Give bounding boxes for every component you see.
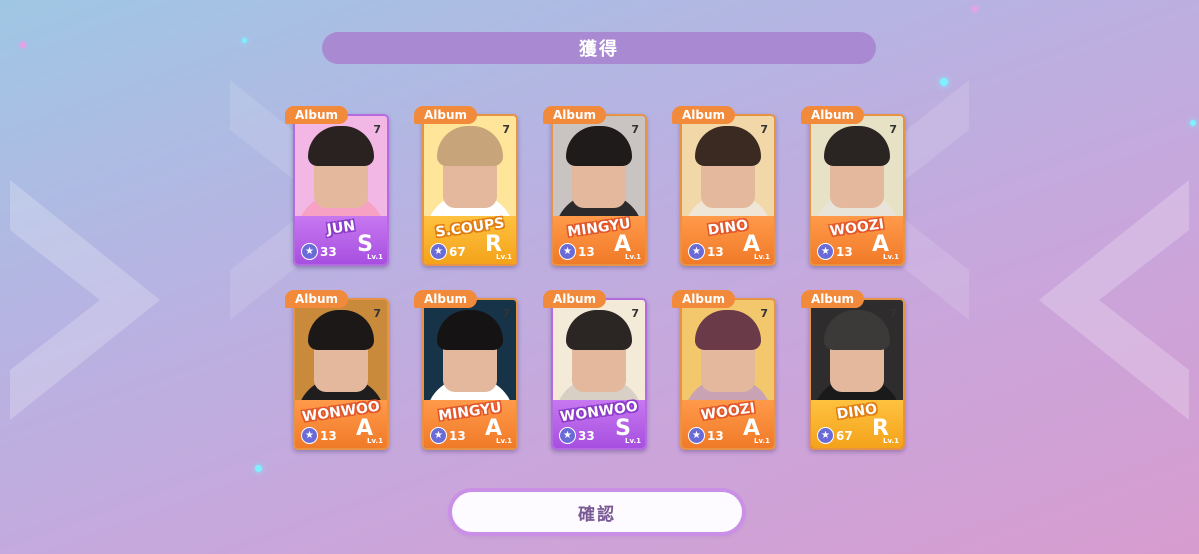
album-tag: Album: [414, 106, 478, 124]
title-text: 獲得: [579, 39, 619, 60]
card-frame: MINGYU A Lv.1 ★ 13 7: [551, 114, 647, 266]
card-power: 33: [578, 429, 595, 443]
card-power: 13: [578, 245, 595, 259]
star-icon: ★: [817, 243, 834, 260]
card[interactable]: WOOZI A Lv.1 ★ 13 7 Album: [672, 290, 776, 450]
card[interactable]: WONWOO S Lv.1 ★ 33 7 Album: [543, 290, 647, 450]
album-tag: Album: [543, 106, 607, 124]
sparkle-dot: [242, 38, 247, 43]
card-power: 13: [320, 429, 337, 443]
seventeen-logo-icon: 7: [373, 307, 381, 320]
member-hair: [437, 310, 503, 350]
card-frame: WOOZI A Lv.1 ★ 13 7: [680, 298, 776, 450]
card-frame: JUN S Lv.1 ★ 33 7: [293, 114, 389, 266]
card-power: 13: [449, 429, 466, 443]
album-tag: Album: [672, 106, 736, 124]
card-power: 13: [836, 245, 853, 259]
seventeen-logo-icon: 7: [889, 123, 897, 136]
card-power: 67: [836, 429, 853, 443]
confirm-button[interactable]: 確認: [452, 492, 742, 532]
card-frame: WONWOO S Lv.1 ★ 33 7: [551, 298, 647, 450]
member-hair: [308, 126, 374, 166]
card[interactable]: DINO R Lv.1 ★ 67 7 Album: [801, 290, 905, 450]
star-icon: ★: [301, 427, 318, 444]
album-tag: Album: [414, 290, 478, 308]
album-tag: Album: [801, 106, 865, 124]
acquired-title-bar: 獲得: [322, 32, 876, 64]
member-hair: [308, 310, 374, 350]
confirm-label: 確認: [578, 504, 616, 525]
card[interactable]: JUN S Lv.1 ★ 33 7 Album: [285, 106, 389, 266]
member-hair: [437, 126, 503, 166]
card-level: Lv.1: [883, 253, 899, 261]
sparkle-dot: [940, 78, 948, 86]
album-tag: Album: [543, 290, 607, 308]
card-level: Lv.1: [367, 437, 383, 445]
card-frame: MINGYU A Lv.1 ★ 13 7: [422, 298, 518, 450]
card[interactable]: WONWOO A Lv.1 ★ 13 7 Album: [285, 290, 389, 450]
card-frame: WONWOO A Lv.1 ★ 13 7: [293, 298, 389, 450]
star-icon: ★: [559, 427, 576, 444]
card-frame: DINO R Lv.1 ★ 67 7: [809, 298, 905, 450]
album-tag: Album: [672, 290, 736, 308]
star-icon: ★: [430, 427, 447, 444]
card-power: 13: [707, 429, 724, 443]
star-icon: ★: [817, 427, 834, 444]
seventeen-logo-icon: 7: [502, 307, 510, 320]
member-hair: [566, 310, 632, 350]
card[interactable]: DINO A Lv.1 ★ 13 7 Album: [672, 106, 776, 266]
sparkle-dot: [972, 6, 978, 12]
background-chevron-left: [10, 180, 160, 420]
card-level: Lv.1: [625, 253, 641, 261]
card-frame: DINO A Lv.1 ★ 13 7: [680, 114, 776, 266]
album-tag: Album: [801, 290, 865, 308]
member-hair: [566, 126, 632, 166]
sparkle-dot: [1190, 120, 1196, 126]
card[interactable]: MINGYU A Lv.1 ★ 13 7 Album: [543, 106, 647, 266]
seventeen-logo-icon: 7: [760, 307, 768, 320]
seventeen-logo-icon: 7: [760, 123, 768, 136]
background-chevron-right: [1039, 180, 1189, 420]
card-level: Lv.1: [367, 253, 383, 261]
card-level: Lv.1: [754, 253, 770, 261]
sparkle-dot: [255, 465, 262, 472]
member-hair: [695, 310, 761, 350]
star-icon: ★: [688, 427, 705, 444]
star-icon: ★: [430, 243, 447, 260]
star-icon: ★: [688, 243, 705, 260]
card-level: Lv.1: [496, 437, 512, 445]
card-level: Lv.1: [625, 437, 641, 445]
seventeen-logo-icon: 7: [631, 307, 639, 320]
seventeen-logo-icon: 7: [373, 123, 381, 136]
card[interactable]: MINGYU A Lv.1 ★ 13 7 Album: [414, 290, 518, 450]
album-tag: Album: [285, 106, 349, 124]
card-frame: WOOZI A Lv.1 ★ 13 7: [809, 114, 905, 266]
member-hair: [824, 310, 890, 350]
card-frame: S.COUPS R Lv.1 ★ 67 7: [422, 114, 518, 266]
member-hair: [695, 126, 761, 166]
seventeen-logo-icon: 7: [502, 123, 510, 136]
card-level: Lv.1: [496, 253, 512, 261]
sparkle-dot: [20, 42, 26, 48]
card[interactable]: WOOZI A Lv.1 ★ 13 7 Album: [801, 106, 905, 266]
card-level: Lv.1: [883, 437, 899, 445]
seventeen-logo-icon: 7: [889, 307, 897, 320]
star-icon: ★: [301, 243, 318, 260]
card-power: 13: [707, 245, 724, 259]
star-icon: ★: [559, 243, 576, 260]
card-power: 33: [320, 245, 337, 259]
album-tag: Album: [285, 290, 349, 308]
member-hair: [824, 126, 890, 166]
seventeen-logo-icon: 7: [631, 123, 639, 136]
card-level: Lv.1: [754, 437, 770, 445]
card[interactable]: S.COUPS R Lv.1 ★ 67 7 Album: [414, 106, 518, 266]
card-power: 67: [449, 245, 466, 259]
